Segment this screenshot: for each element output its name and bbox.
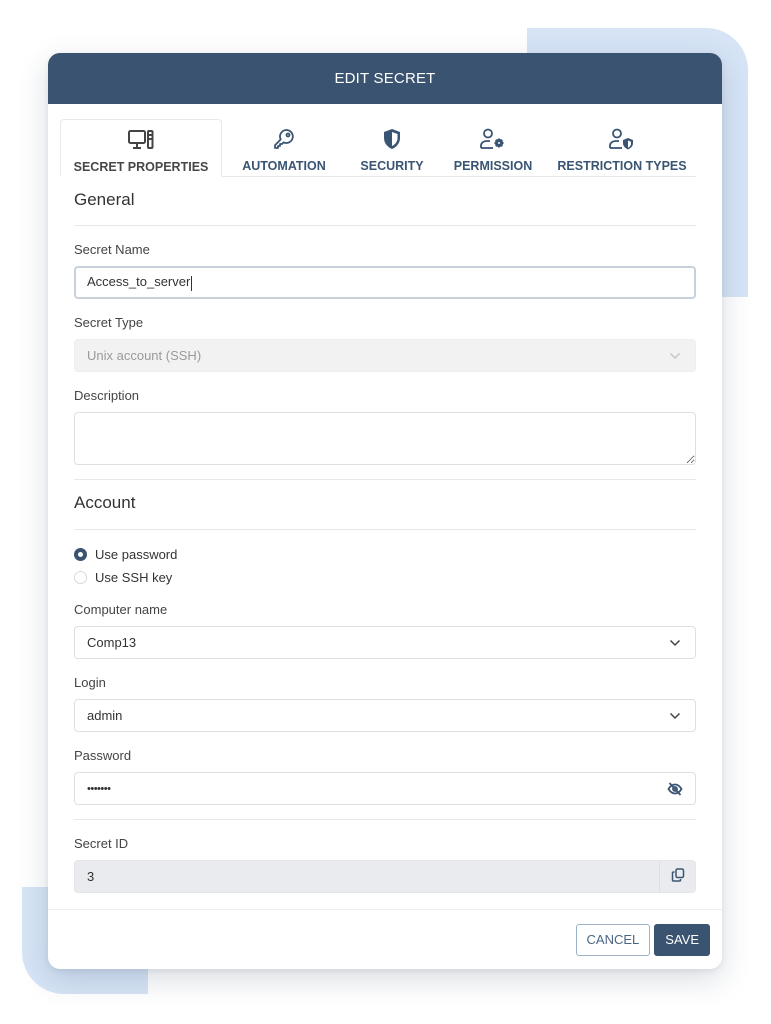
divider xyxy=(74,529,696,530)
radio-label: Use SSH key xyxy=(95,569,173,585)
secret-type-value: Unix account (SSH) xyxy=(87,348,202,363)
divider xyxy=(74,819,696,820)
login-label: Login xyxy=(74,675,106,690)
copy-button[interactable] xyxy=(659,861,695,892)
user-shield-icon xyxy=(608,127,636,151)
edit-secret-dialog: EDIT SECRET SECRET PROPERTIES AUTOMATION… xyxy=(48,53,722,969)
password-input[interactable]: ••••••• xyxy=(74,772,696,805)
secret-type-label: Secret Type xyxy=(74,315,144,330)
tab-security[interactable]: SECURITY xyxy=(346,119,438,176)
description-label: Description xyxy=(74,388,140,403)
auth-method-radio-group: Use password Use SSH key xyxy=(74,543,696,588)
tab-label: SECURITY xyxy=(360,159,424,173)
tab-label: SECRET PROPERTIES xyxy=(73,160,209,174)
chevron-down-icon xyxy=(667,348,683,364)
login-value: admin xyxy=(87,708,123,723)
key-icon xyxy=(273,127,295,151)
radio-button[interactable] xyxy=(74,570,87,584)
shield-icon xyxy=(382,127,402,151)
tab-permission[interactable]: PERMISSION xyxy=(438,119,548,176)
secret-id-value: 3 xyxy=(87,869,95,884)
computer-name-label: Computer name xyxy=(74,602,168,617)
password-label: Password xyxy=(74,748,132,763)
save-button[interactable]: SAVE xyxy=(654,923,710,956)
password-value: ••••••• xyxy=(87,782,111,795)
computer-name-select[interactable]: Comp13 xyxy=(74,626,696,659)
tab-label: AUTOMATION xyxy=(242,159,326,173)
chevron-down-icon xyxy=(667,708,683,724)
secret-name-value: Access_to_server xyxy=(87,274,191,290)
tab-secret-properties[interactable]: SECRET PROPERTIES xyxy=(60,119,222,177)
computer-icon xyxy=(128,128,154,152)
tab-restriction-types[interactable]: RESTRICTION TYPES xyxy=(548,119,696,176)
dialog-title: EDIT SECRET xyxy=(334,70,436,87)
section-title-general: General xyxy=(74,190,135,209)
computer-name-value: Comp13 xyxy=(87,635,137,650)
secret-name-input[interactable]: Access_to_server xyxy=(74,266,696,299)
tab-automation[interactable]: AUTOMATION xyxy=(222,119,346,176)
secret-id-label: Secret ID xyxy=(74,836,129,851)
secret-name-label: Secret Name xyxy=(74,242,150,257)
dialog-header: EDIT SECRET xyxy=(48,53,722,104)
secret-properties-form: General Secret Name Access_to_server Sec… xyxy=(74,177,696,893)
eye-slash-icon[interactable] xyxy=(667,781,683,797)
copy-icon xyxy=(671,868,685,885)
secret-id-field: 3 xyxy=(74,860,696,893)
login-select[interactable]: admin xyxy=(74,699,696,732)
cancel-button[interactable]: CANCEL xyxy=(575,923,651,956)
secret-type-select[interactable]: Unix account (SSH) xyxy=(74,339,696,372)
radio-use-password[interactable]: Use password xyxy=(74,543,696,565)
description-textarea[interactable] xyxy=(74,412,696,465)
text-cursor xyxy=(191,275,193,291)
radio-label: Use password xyxy=(95,546,178,562)
tab-bar: SECRET PROPERTIES AUTOMATION SECURITY PE… xyxy=(60,119,696,177)
section-title-account: Account xyxy=(74,493,136,512)
radio-button-checked[interactable] xyxy=(74,547,87,561)
divider xyxy=(74,479,696,480)
radio-use-ssh-key[interactable]: Use SSH key xyxy=(74,566,696,588)
tab-label: PERMISSION xyxy=(453,159,533,173)
chevron-down-icon xyxy=(667,635,683,651)
divider xyxy=(74,225,696,226)
dialog-footer: CANCEL SAVE xyxy=(48,909,722,969)
tab-label: RESTRICTION TYPES xyxy=(557,159,687,173)
user-gear-icon xyxy=(479,127,507,151)
